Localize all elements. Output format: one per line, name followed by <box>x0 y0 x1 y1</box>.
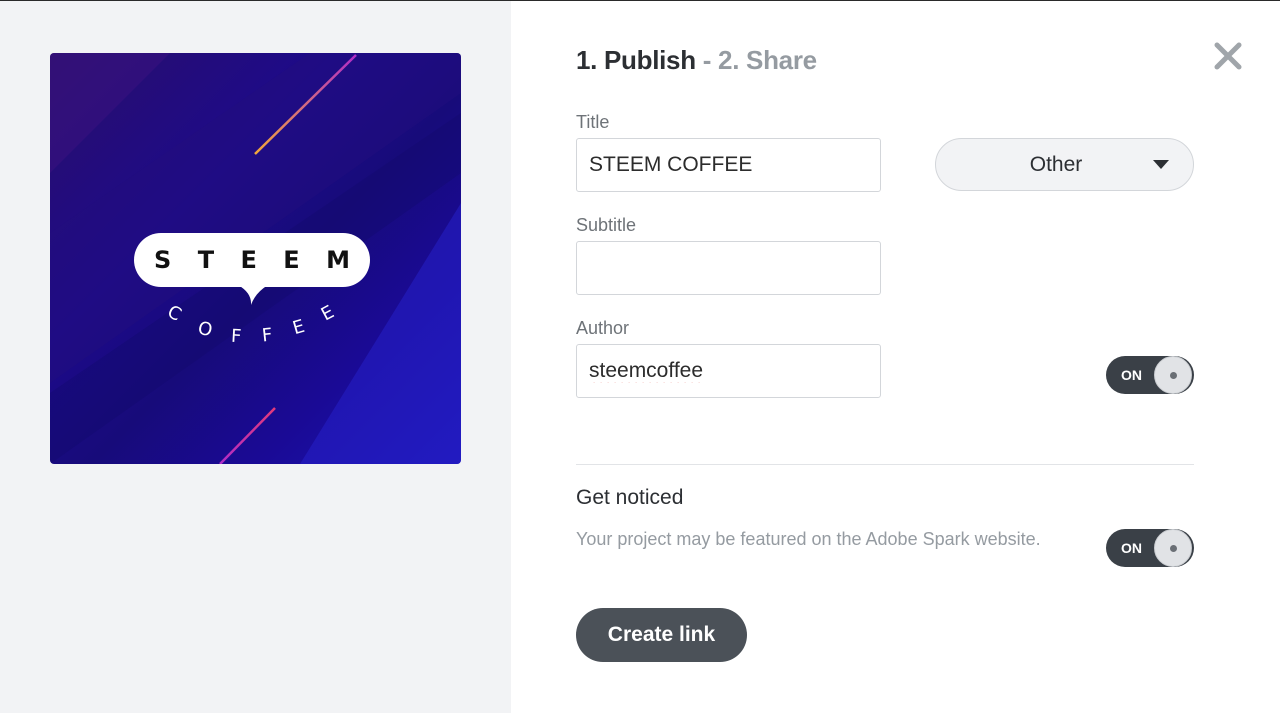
subtitle-input[interactable] <box>576 241 881 295</box>
title-input[interactable] <box>576 138 881 192</box>
title-label: Title <box>576 112 610 132</box>
publish-steps-header: 1. Publish - 2. Share <box>576 45 817 76</box>
toggle-knob <box>1154 529 1192 567</box>
author-label: Author <box>576 318 630 338</box>
author-input[interactable] <box>576 344 881 398</box>
logo-letter: S <box>154 246 172 274</box>
category-dropdown[interactable]: Other <box>935 138 1194 191</box>
logo-letter: M <box>326 246 350 274</box>
toggle-state-label: ON <box>1121 540 1142 556</box>
subtitle-label: Subtitle <box>576 215 637 235</box>
step-share[interactable]: 2. Share <box>718 45 817 75</box>
step-separator: - <box>695 45 719 75</box>
category-selected: Other <box>1029 153 1083 176</box>
toggle-knob <box>1154 356 1192 394</box>
toggle-dot-icon <box>1170 545 1177 552</box>
get-noticed-description: Your project may be featured on the Adob… <box>576 529 1041 549</box>
coffee-letter: F <box>260 324 274 347</box>
create-link-button[interactable]: Create link <box>576 608 747 662</box>
author-visibility-toggle[interactable]: ON <box>1106 356 1194 394</box>
logo-letter: E <box>283 246 300 274</box>
toggle-dot-icon <box>1170 372 1177 379</box>
get-noticed-title: Get noticed <box>576 486 684 509</box>
logo-letter: T <box>197 246 215 274</box>
section-divider <box>576 464 1194 465</box>
preview-panel: S T E E M C O F F E E <box>0 1 511 713</box>
caret-down-icon <box>1153 160 1169 169</box>
close-icon <box>1214 42 1242 70</box>
step-publish: 1. Publish <box>576 45 696 75</box>
get-noticed-toggle[interactable]: ON <box>1106 529 1194 567</box>
coffee-letter: F <box>230 325 242 348</box>
steem-logo-word: S T E E M <box>134 246 370 276</box>
project-thumbnail: S T E E M C O F F E E <box>50 53 461 464</box>
toggle-state-label: ON <box>1121 367 1142 383</box>
close-button[interactable] <box>1210 38 1246 74</box>
logo-letter: E <box>240 246 257 274</box>
